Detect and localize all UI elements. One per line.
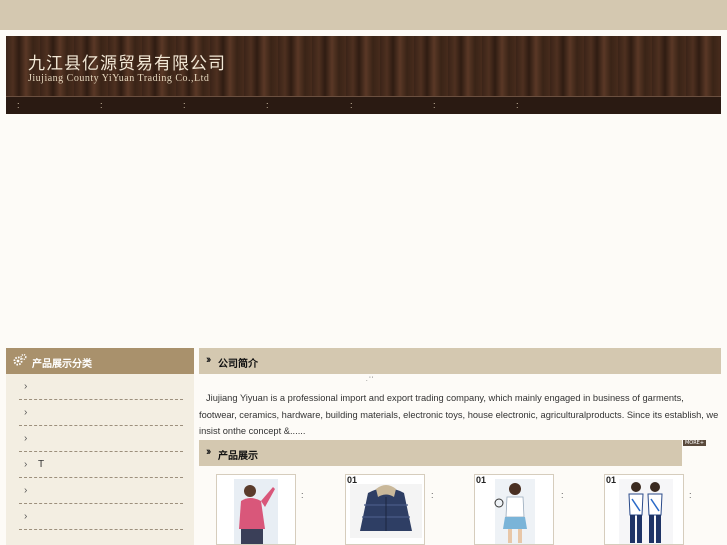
company-name-cn: 九江县亿源贸易有限公司 (28, 54, 226, 74)
product-number: 01 (606, 475, 617, 485)
chevron-right-icon: › (24, 511, 28, 522)
nav-item-7[interactable]: : (516, 100, 519, 110)
chevron-right-icon: › (24, 459, 28, 470)
sidebar-header: 产品展示分类 (6, 348, 194, 374)
chevron-right-icon: › (24, 433, 28, 444)
products-title: 产品展示 (218, 451, 258, 462)
nav-item-5[interactable]: : (350, 100, 353, 110)
company-name-en: Jiujiang County YiYuan Trading Co.,Ltd (28, 73, 210, 84)
more-button[interactable]: MORE+ (683, 440, 706, 446)
product-card[interactable] (216, 474, 296, 545)
product-number: 01 (476, 475, 487, 485)
product-image-sports-uniform (619, 479, 673, 544)
nav-item-2[interactable]: : (100, 100, 103, 110)
product-number: 01 (347, 475, 358, 485)
product-separator: : (301, 490, 304, 500)
site-header: 九江县亿源贸易有限公司 Jiujiang County YiYuan Tradi… (6, 36, 721, 96)
product-separator: : (431, 490, 434, 500)
product-image-pink-jacket (234, 479, 278, 544)
nav-item-4[interactable]: : (266, 100, 269, 110)
product-image-down-jacket (350, 484, 422, 538)
sidebar-item-label: T (38, 459, 45, 470)
about-text: Jiujiang Yiyuan is a professional import… (199, 393, 719, 436)
sidebar: 产品展示分类 › › › › T › › (6, 348, 194, 545)
product-separator: : (689, 490, 692, 500)
product-image-tennis-outfit (494, 479, 535, 544)
sidebar-item[interactable]: › (19, 478, 183, 504)
about-title: 公司简介 (218, 359, 258, 370)
chevron-right-icon: › (24, 485, 28, 496)
about-marks: . ' ' (366, 377, 374, 383)
about-section-header: ›› 公司简介 (199, 348, 721, 374)
top-band (0, 0, 727, 30)
products-section-header: ›› 产品展示 (199, 440, 682, 466)
banner-area (6, 115, 721, 345)
sidebar-item[interactable]: › (19, 426, 183, 452)
nav-item-1[interactable]: : (17, 100, 20, 110)
nav-item-3[interactable]: : (183, 100, 186, 110)
gear-icon (13, 354, 27, 366)
sidebar-item[interactable]: › T (19, 452, 183, 478)
main-nav: : : : : : : : (6, 96, 721, 114)
sidebar-title: 产品展示分类 (32, 359, 92, 370)
double-chevron-icon: ›› (206, 446, 212, 458)
nav-item-6[interactable]: : (433, 100, 436, 110)
chevron-right-icon: › (24, 381, 28, 392)
chevron-right-icon: › (24, 407, 28, 418)
sidebar-item[interactable]: › (19, 374, 183, 400)
sidebar-item[interactable]: › (19, 400, 183, 426)
double-chevron-icon: ›› (206, 354, 212, 366)
product-separator: : (561, 490, 564, 500)
sidebar-item[interactable]: › (19, 504, 183, 530)
